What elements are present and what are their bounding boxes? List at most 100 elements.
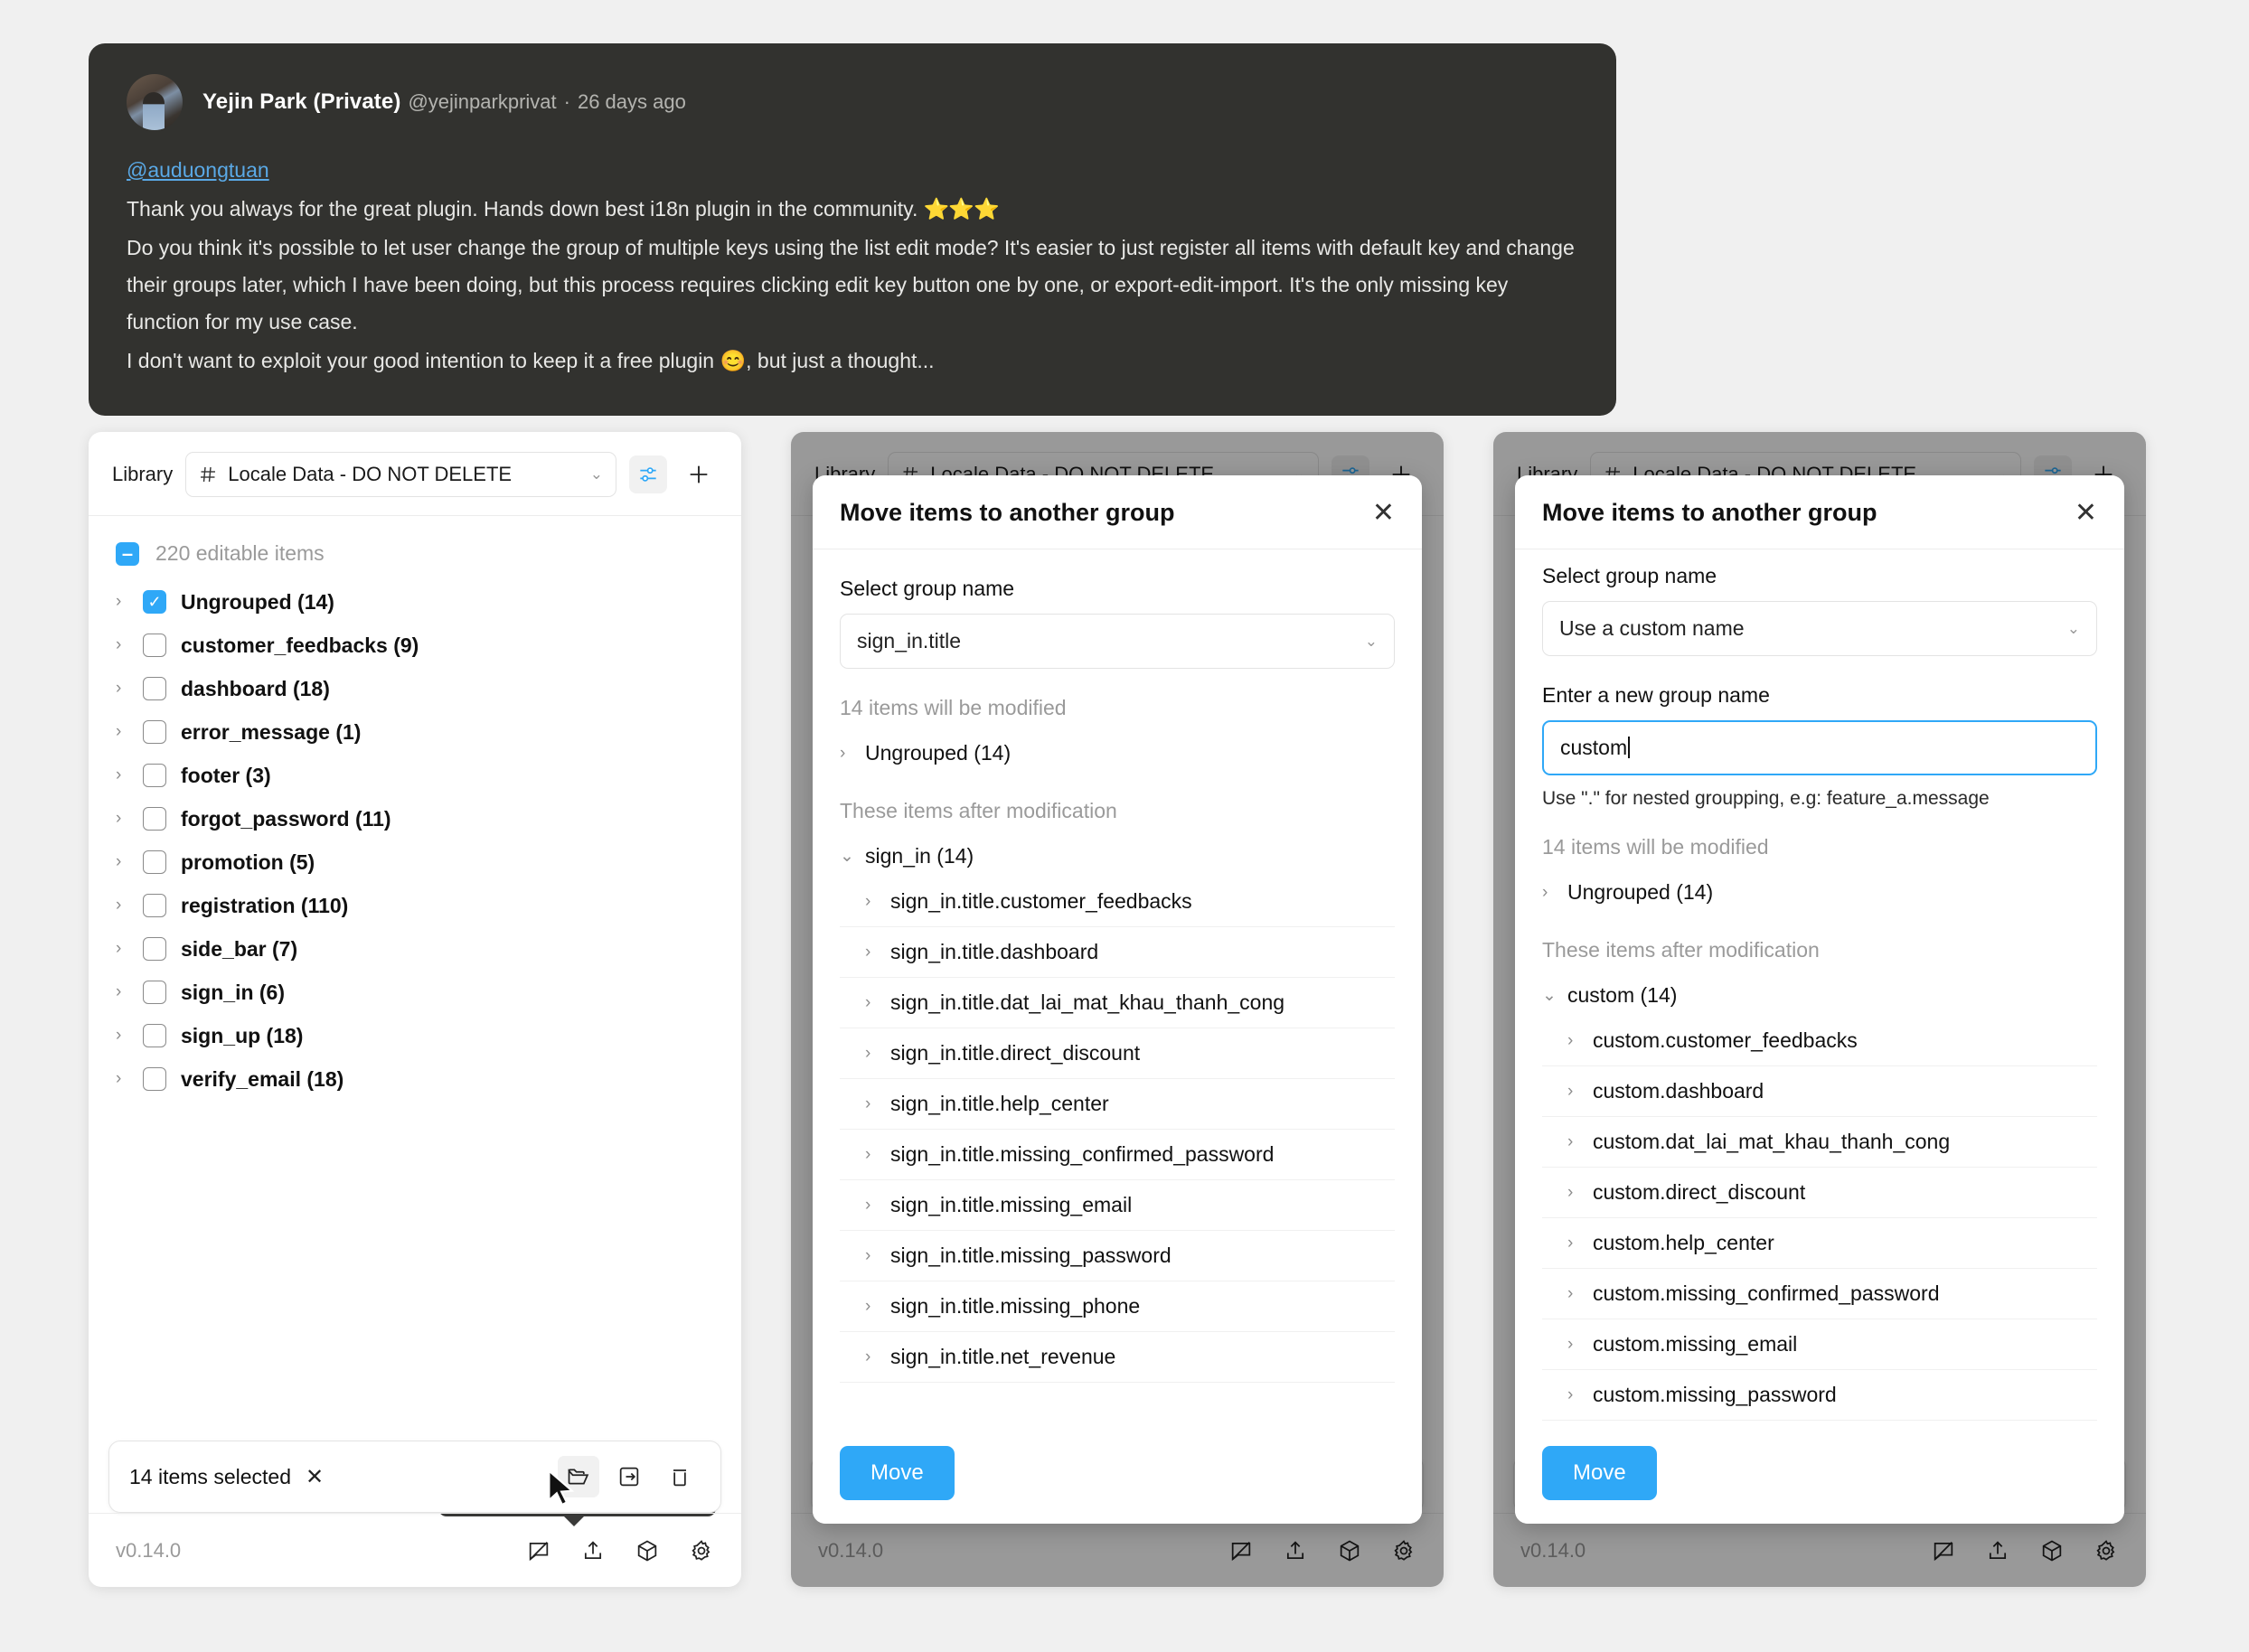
- chevron-right-icon[interactable]: ›: [865, 1347, 878, 1367]
- chevron-right-icon[interactable]: ›: [1567, 1082, 1580, 1102]
- chevron-right-icon[interactable]: ›: [1542, 883, 1555, 903]
- group-row-footer[interactable]: › footer (3): [89, 754, 741, 797]
- selection-count: 14 items selected: [129, 1464, 291, 1488]
- chevron-right-icon[interactable]: ›: [1567, 1234, 1580, 1253]
- target-group-row[interactable]: ⌄ sign_in (14): [840, 836, 1395, 877]
- filter-icon[interactable]: [629, 455, 667, 493]
- group-checkbox[interactable]: [143, 850, 166, 874]
- group-row-customer-feedbacks[interactable]: › customer_feedbacks (9): [89, 624, 741, 667]
- group-checkbox[interactable]: [143, 677, 166, 700]
- close-icon[interactable]: ✕: [1372, 499, 1395, 527]
- chevron-right-icon[interactable]: ›: [116, 1026, 128, 1046]
- chevron-right-icon[interactable]: ›: [865, 892, 878, 912]
- chevron-right-icon[interactable]: ›: [865, 1044, 878, 1064]
- list-item[interactable]: › custom.missing_password: [1542, 1370, 2097, 1421]
- clear-selection-icon[interactable]: ✕: [306, 1464, 324, 1490]
- chevron-right-icon[interactable]: ›: [1567, 1031, 1580, 1051]
- chevron-right-icon[interactable]: ›: [1567, 1284, 1580, 1304]
- new-group-name-input[interactable]: custom: [1542, 720, 2097, 775]
- list-item[interactable]: › sign_in.title.dat_lai_mat_khau_thanh_co…: [840, 978, 1395, 1028]
- chevron-right-icon[interactable]: ›: [1567, 1183, 1580, 1203]
- group-checkbox[interactable]: [143, 1024, 166, 1047]
- group-checkbox[interactable]: ✓: [143, 590, 166, 614]
- chevron-right-icon[interactable]: ›: [865, 1094, 878, 1114]
- group-row-error-message[interactable]: › error_message (1): [89, 710, 741, 754]
- chevron-right-icon[interactable]: ›: [116, 896, 128, 915]
- list-item[interactable]: › sign_in.title.missing_phone: [840, 1281, 1395, 1332]
- group-checkbox[interactable]: [143, 894, 166, 917]
- chevron-right-icon[interactable]: ›: [116, 982, 128, 1002]
- chevron-right-icon[interactable]: ›: [116, 635, 128, 655]
- group-checkbox[interactable]: [143, 764, 166, 787]
- move-button[interactable]: Move: [840, 1446, 955, 1500]
- chevron-right-icon[interactable]: ›: [116, 1069, 128, 1089]
- chevron-right-icon[interactable]: ›: [1567, 1132, 1580, 1152]
- chevron-right-icon[interactable]: ›: [1567, 1385, 1580, 1405]
- minus-checkbox[interactable]: –: [116, 541, 139, 566]
- close-icon[interactable]: ✕: [2075, 499, 2097, 527]
- list-item[interactable]: › custom.missing_confirmed_password: [1542, 1269, 2097, 1319]
- list-item[interactable]: › sign_in.title.missing_confirmed_passwor…: [840, 1130, 1395, 1180]
- feedback-icon[interactable]: [526, 1538, 551, 1563]
- list-item[interactable]: › sign_in.title.direct_discount: [840, 1028, 1395, 1079]
- package-icon[interactable]: [635, 1538, 660, 1563]
- group-checkbox[interactable]: [143, 937, 166, 961]
- source-group-row[interactable]: › Ungrouped (14): [840, 733, 1395, 774]
- chevron-right-icon[interactable]: ›: [840, 744, 852, 764]
- chevron-right-icon[interactable]: ›: [865, 1297, 878, 1317]
- group-row-promotion[interactable]: › promotion (5): [89, 840, 741, 884]
- group-checkbox[interactable]: [143, 634, 166, 657]
- group-checkbox[interactable]: [143, 1067, 166, 1091]
- chevron-down-icon[interactable]: ⌄: [1542, 985, 1557, 1006]
- list-item[interactable]: › custom.dat_lai_mat_khau_thanh_cong: [1542, 1117, 2097, 1168]
- chevron-right-icon[interactable]: ›: [865, 1145, 878, 1165]
- chevron-right-icon[interactable]: ›: [116, 722, 128, 742]
- group-checkbox[interactable]: [143, 981, 166, 1004]
- chevron-right-icon[interactable]: ›: [116, 765, 128, 785]
- group-row-dashboard[interactable]: › dashboard (18): [89, 667, 741, 710]
- group-row-verify-email[interactable]: › verify_email (18): [89, 1057, 741, 1101]
- mention-link[interactable]: @auduongtuan: [127, 158, 269, 182]
- export-icon[interactable]: [608, 1456, 650, 1497]
- group-row-forgot-password[interactable]: › forgot_password (11): [89, 797, 741, 840]
- list-item[interactable]: › sign_in.title.help_center: [840, 1079, 1395, 1130]
- source-group-row[interactable]: › Ungrouped (14): [1542, 872, 2097, 913]
- chevron-right-icon[interactable]: ›: [116, 592, 128, 612]
- plus-icon[interactable]: [680, 455, 718, 493]
- chevron-right-icon[interactable]: ›: [116, 809, 128, 829]
- group-checkbox[interactable]: [143, 720, 166, 744]
- group-name-select[interactable]: sign_in.title ⌄: [840, 614, 1395, 669]
- chevron-right-icon[interactable]: ›: [116, 679, 128, 699]
- chevron-down-icon[interactable]: ⌄: [840, 846, 854, 867]
- list-item[interactable]: › custom.direct_discount: [1542, 1168, 2097, 1218]
- group-row-side-bar[interactable]: › side_bar (7): [89, 927, 741, 971]
- group-row-sign-in[interactable]: › sign_in (6): [89, 971, 741, 1014]
- gear-icon[interactable]: [689, 1538, 714, 1563]
- group-checkbox[interactable]: [143, 807, 166, 831]
- chevron-right-icon[interactable]: ›: [1567, 1335, 1580, 1355]
- group-row-registration[interactable]: › registration (110): [89, 884, 741, 927]
- list-item[interactable]: › sign_in.title.missing_email: [840, 1180, 1395, 1231]
- chevron-right-icon[interactable]: ›: [116, 852, 128, 872]
- list-item[interactable]: › custom.customer_feedbacks: [1542, 1016, 2097, 1066]
- list-item[interactable]: › sign_in.title.net_revenue: [840, 1332, 1395, 1383]
- chevron-right-icon[interactable]: ›: [865, 943, 878, 962]
- group-name-select[interactable]: Use a custom name ⌄: [1542, 601, 2097, 656]
- list-item[interactable]: › custom.help_center: [1542, 1218, 2097, 1269]
- list-item[interactable]: › sign_in.title.dashboard: [840, 927, 1395, 978]
- chevron-right-icon[interactable]: ›: [116, 939, 128, 959]
- chevron-right-icon[interactable]: ›: [865, 1196, 878, 1216]
- list-item[interactable]: › sign_in.title.customer_feedbacks: [840, 877, 1395, 927]
- list-item[interactable]: › custom.dashboard: [1542, 1066, 2097, 1117]
- delete-icon[interactable]: [659, 1456, 701, 1497]
- upload-icon[interactable]: [580, 1538, 606, 1563]
- locale-select[interactable]: Locale Data - DO NOT DELETE ⌄: [185, 452, 616, 497]
- group-row-ungrouped[interactable]: › ✓ Ungrouped (14): [89, 580, 741, 624]
- target-group-row[interactable]: ⌄ custom (14): [1542, 975, 2097, 1016]
- list-item[interactable]: › sign_in.title.missing_password: [840, 1231, 1395, 1281]
- list-item[interactable]: › custom.missing_email: [1542, 1319, 2097, 1370]
- chevron-right-icon[interactable]: ›: [865, 1246, 878, 1266]
- move-button[interactable]: Move: [1542, 1446, 1657, 1500]
- group-row-sign-up[interactable]: › sign_up (18): [89, 1014, 741, 1057]
- chevron-right-icon[interactable]: ›: [865, 993, 878, 1013]
